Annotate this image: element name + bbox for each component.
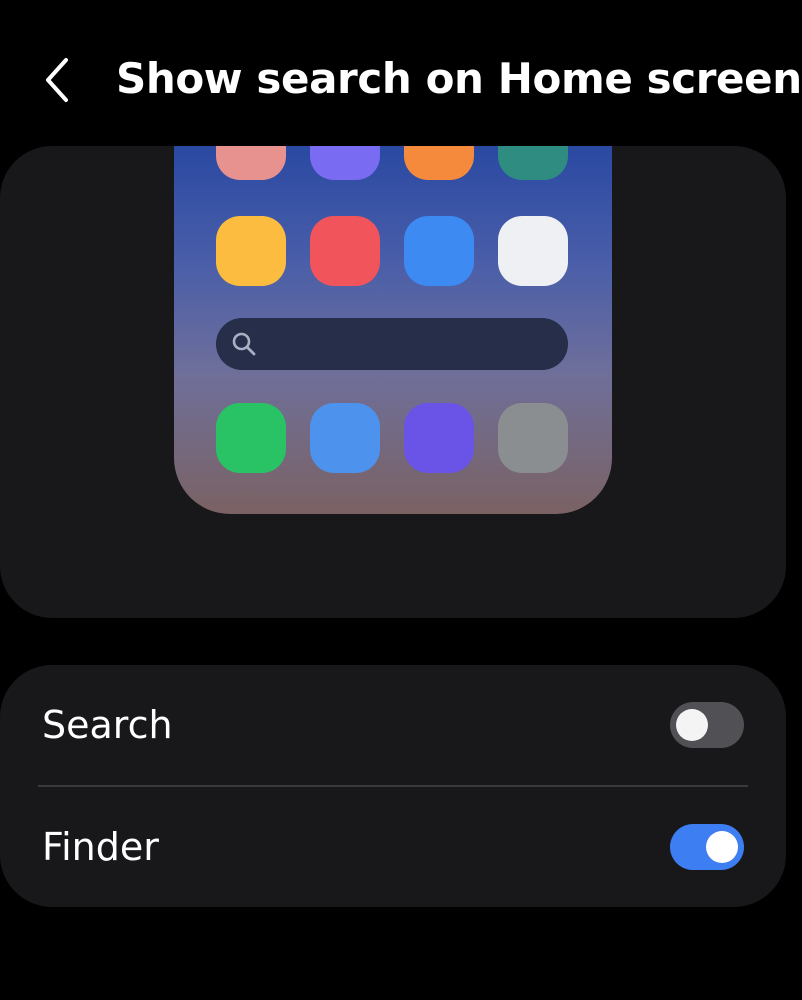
chevron-left-icon [46, 58, 68, 102]
home-screen-preview-card [0, 146, 786, 618]
app-icon [404, 216, 474, 286]
back-button[interactable] [30, 52, 86, 108]
search-toggle-switch[interactable] [670, 702, 744, 748]
app-icon [310, 403, 380, 473]
app-icon [310, 216, 380, 286]
setting-row-finder[interactable]: Finder [0, 787, 786, 907]
settings-card: Search Finder [0, 665, 786, 907]
app-icon [498, 403, 568, 473]
app-icon [498, 146, 568, 180]
app-icon [216, 403, 286, 473]
switch-knob [676, 709, 708, 741]
page-title: Show search on Home screen [116, 54, 802, 103]
switch-knob [706, 831, 738, 863]
setting-label-finder: Finder [42, 825, 159, 869]
top-app-bar: Show search on Home screen [0, 40, 802, 120]
setting-label-search: Search [42, 703, 173, 747]
app-icon [404, 403, 474, 473]
setting-row-search[interactable]: Search [0, 665, 786, 785]
app-icon [216, 146, 286, 180]
finder-toggle-switch[interactable] [670, 824, 744, 870]
app-icon [498, 216, 568, 286]
app-icon [310, 146, 380, 180]
app-icon [216, 216, 286, 286]
home-screen-preview [174, 146, 612, 514]
preview-search-bar [216, 318, 568, 370]
app-icon [404, 146, 474, 180]
search-icon [230, 330, 258, 358]
